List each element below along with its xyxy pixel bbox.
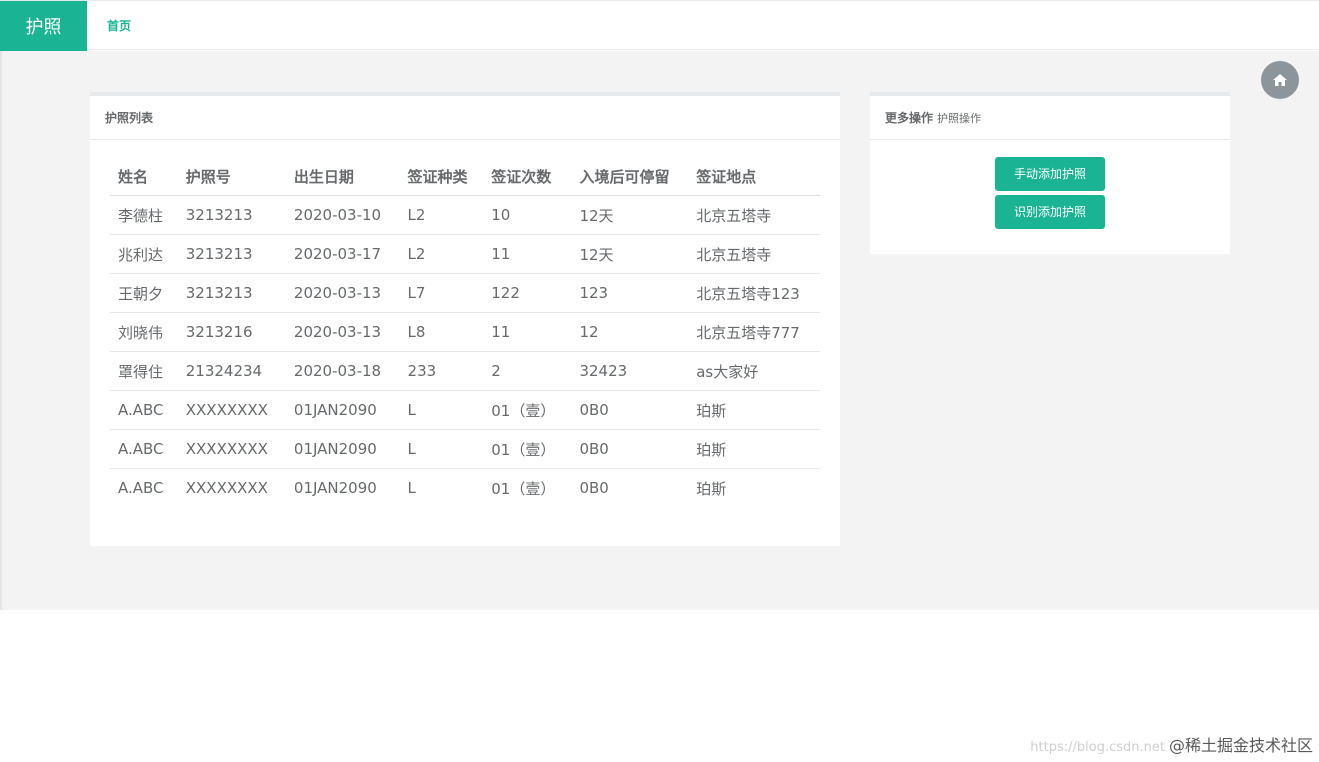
cell-visa-place: as大家好: [688, 351, 820, 391]
table-row[interactable]: 兆利达 3213213 2020-03-17 L2 11 12天 北京五塔寺: [110, 234, 820, 274]
column-header-birth-date[interactable]: 出生日期: [285, 157, 400, 196]
manual-add-passport-button[interactable]: 手动添加护照: [995, 157, 1105, 191]
cell-visa-count: 10: [483, 195, 572, 235]
cell-passport-no: 3213213: [177, 273, 286, 313]
table-row[interactable]: 李德柱 3213213 2020-03-10 L2 10 12天 北京五塔寺: [110, 195, 820, 235]
cell-visa-count: 01（壹）: [483, 390, 572, 430]
panel-title: 更多操作 护照操作: [870, 96, 1230, 140]
cell-stay-duration: 32423: [571, 351, 689, 391]
cell-name: 罩得住: [110, 351, 178, 391]
cell-birth-date: 2020-03-13: [285, 273, 400, 313]
cell-passport-no: 3213213: [177, 234, 286, 274]
column-header-stay-duration[interactable]: 入境后可停留: [571, 157, 689, 196]
cell-visa-type: L2: [399, 234, 484, 274]
cell-visa-type: L8: [399, 312, 484, 352]
cell-passport-no: XXXXXXXX: [177, 468, 286, 508]
cell-visa-type: 233: [399, 351, 484, 391]
more-actions-title: 更多操作: [885, 111, 934, 125]
passport-list-panel: 护照列表 姓名 护照号 出生日期 签证种类 签证次数 入境后可停留 签证地点 李…: [90, 92, 840, 546]
cell-visa-place: 珀斯: [688, 429, 820, 469]
cell-visa-type: L7: [399, 273, 484, 313]
cell-visa-type: L: [399, 429, 484, 469]
cell-stay-duration: 12天: [571, 234, 689, 274]
column-header-name[interactable]: 姓名: [110, 157, 178, 196]
cell-name: 李德柱: [110, 195, 178, 235]
passport-list-title: 护照列表: [105, 111, 154, 125]
table-row[interactable]: A.ABC XXXXXXXX 01JAN2090 L 01（壹） 0B0 珀斯: [110, 468, 820, 508]
table-row[interactable]: A.ABC XXXXXXXX 01JAN2090 L 01（壹） 0B0 珀斯: [110, 390, 820, 430]
cell-passport-no: 3213216: [177, 312, 286, 352]
panel-title: 护照列表: [90, 96, 840, 140]
cell-name: A.ABC: [110, 429, 178, 469]
column-header-visa-count[interactable]: 签证次数: [483, 157, 572, 196]
cell-birth-date: 01JAN2090: [285, 429, 400, 469]
cell-name: 兆利达: [110, 234, 178, 274]
cell-visa-place: 北京五塔寺123: [688, 273, 820, 313]
watermark: https://blog.csdn.net @稀土掘金技术社区: [1030, 732, 1313, 756]
app-brand[interactable]: 护照: [0, 1, 87, 51]
table-row[interactable]: A.ABC XXXXXXXX 01JAN2090 L 01（壹） 0B0 珀斯: [110, 429, 820, 469]
cell-visa-type: L2: [399, 195, 484, 235]
cell-stay-duration: 123: [571, 273, 689, 313]
cell-stay-duration: 0B0: [571, 390, 689, 430]
table-row[interactable]: 罩得住 21324234 2020-03-18 233 2 32423 as大家…: [110, 351, 820, 391]
cell-birth-date: 2020-03-13: [285, 312, 400, 352]
more-actions-panel: 更多操作 护照操作 手动添加护照 识别添加护照: [870, 92, 1230, 254]
cell-stay-duration: 0B0: [571, 429, 689, 469]
more-actions-subtitle: 护照操作: [937, 111, 982, 125]
cell-visa-type: L: [399, 468, 484, 508]
cell-stay-duration: 12: [571, 312, 689, 352]
cell-visa-place: 珀斯: [688, 468, 820, 508]
cell-passport-no: 3213213: [177, 195, 286, 235]
cell-visa-count: 01（壹）: [483, 429, 572, 469]
watermark-text: @稀土掘金技术社区: [1168, 736, 1313, 755]
passport-table: 姓名 护照号 出生日期 签证种类 签证次数 入境后可停留 签证地点 李德柱 32…: [110, 157, 820, 508]
recognize-add-passport-button[interactable]: 识别添加护照: [995, 195, 1105, 229]
column-header-passport-no[interactable]: 护照号: [177, 157, 286, 196]
cell-passport-no: XXXXXXXX: [177, 429, 286, 469]
cell-visa-type: L: [399, 390, 484, 430]
watermark-faint-url: https://blog.csdn.net: [1030, 740, 1165, 755]
cell-visa-count: 11: [483, 234, 572, 274]
cell-birth-date: 2020-03-10: [285, 195, 400, 235]
top-navbar: 护照 首页: [0, 0, 1319, 51]
cell-name: 刘晓伟: [110, 312, 178, 352]
cell-passport-no: XXXXXXXX: [177, 390, 286, 430]
cell-visa-place: 北京五塔寺: [688, 234, 820, 274]
table-row[interactable]: 王朝夕 3213213 2020-03-13 L7 122 123 北京五塔寺1…: [110, 273, 820, 313]
cell-visa-place: 北京五塔寺: [688, 195, 820, 235]
cell-birth-date: 2020-03-18: [285, 351, 400, 391]
table-row[interactable]: 刘晓伟 3213216 2020-03-13 L8 11 12 北京五塔寺777: [110, 312, 820, 352]
home-icon: [1273, 74, 1287, 86]
brand-label: 护照: [25, 17, 62, 38]
cell-visa-place: 北京五塔寺777: [688, 312, 820, 352]
cell-passport-no: 21324234: [177, 351, 286, 391]
cell-name: A.ABC: [110, 468, 178, 508]
cell-birth-date: 01JAN2090: [285, 390, 400, 430]
cell-visa-count: 2: [483, 351, 572, 391]
cell-birth-date: 01JAN2090: [285, 468, 400, 508]
table-header-row: 姓名 护照号 出生日期 签证种类 签证次数 入境后可停留 签证地点: [110, 157, 820, 196]
cell-visa-place: 珀斯: [688, 390, 820, 430]
cell-name: 王朝夕: [110, 273, 178, 313]
cell-birth-date: 2020-03-17: [285, 234, 400, 274]
cell-stay-duration: 12天: [571, 195, 689, 235]
home-button[interactable]: [1261, 61, 1299, 99]
column-header-visa-type[interactable]: 签证种类: [399, 157, 484, 196]
cell-visa-count: 122: [483, 273, 572, 313]
cell-visa-count: 11: [483, 312, 572, 352]
column-header-visa-place[interactable]: 签证地点: [688, 157, 820, 196]
cell-name: A.ABC: [110, 390, 178, 430]
nav-item-home[interactable]: 首页: [107, 1, 131, 51]
cell-stay-duration: 0B0: [571, 468, 689, 508]
cell-visa-count: 01（壹）: [483, 468, 572, 508]
